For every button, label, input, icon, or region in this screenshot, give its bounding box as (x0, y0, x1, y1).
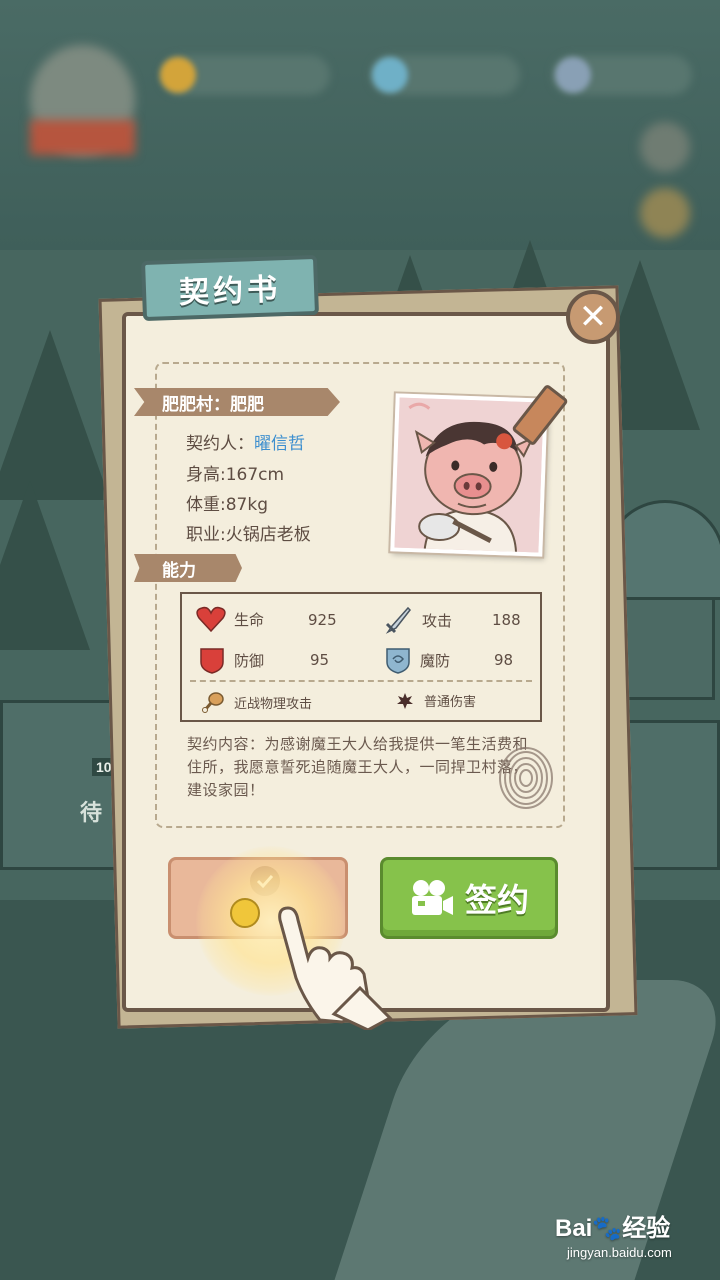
attack-type-label: 近战物理攻击 (234, 696, 313, 712)
dialog-title-tab: 契约书 (141, 254, 319, 322)
tree (0, 480, 90, 650)
character-name: 肥肥村：肥肥 (162, 394, 264, 415)
stat-atk-label: 攻击 (422, 611, 453, 630)
tree (0, 330, 110, 500)
dialog-title: 契约书 (178, 272, 282, 311)
sword-icon (385, 606, 411, 634)
contract-text: 契约内容：为感谢魔王大人给我提供一笔生活费和住所，我愿意誓死追随魔王大人，一同捍… (187, 735, 529, 799)
attack-type-tag: 近战物理攻击 (202, 691, 312, 713)
splat-icon (397, 692, 413, 709)
sign-button[interactable]: 签约 (380, 857, 558, 939)
weight-line: 体重:87kg (186, 495, 268, 515)
pointing-hand-icon (278, 906, 393, 1030)
contractor-label: 契约人： (186, 434, 254, 454)
resource-icon (555, 57, 591, 93)
blue-shield-icon (386, 648, 410, 674)
stats-panel: 生命 925 攻击 188 防御 95 魔防 98 近战物理攻击 普通伤害 (180, 592, 542, 722)
sign-button-label: 签约 (464, 881, 529, 919)
stat-mdef-label: 魔防 (420, 651, 451, 670)
gem-icon (372, 57, 408, 93)
side-button-blurred (640, 122, 690, 172)
job-line: 职业:火锅店老板 (186, 525, 311, 545)
drumstick-icon (202, 692, 224, 713)
watermark-suffix: 经验 (622, 1215, 671, 1242)
watermark-url: jingyan.baidu.com (567, 1245, 672, 1260)
stat-atk-value: 188 (492, 611, 521, 629)
stat-def-value: 95 (310, 651, 330, 669)
height-line: 身高:167cm (186, 465, 285, 485)
building-sign-left: 待 (80, 801, 103, 826)
stats-divider (190, 680, 532, 682)
gold-icon (160, 57, 196, 93)
stat-def-label: 防御 (234, 651, 265, 670)
contractor-line: 契约人：曜信哲 (186, 429, 305, 454)
baidu-watermark: Bai🐾经验 jingyan.baidu.com (555, 1208, 672, 1260)
watermark-brand: Bai (555, 1215, 593, 1242)
side-button-blurred (640, 188, 690, 238)
ability-header: 能力 (162, 560, 196, 581)
stat-mdef: 魔防 (384, 646, 450, 674)
player-level-badge-blurred (30, 120, 135, 155)
close-icon: ✕ (578, 297, 608, 337)
paw-icon: 🐾 (592, 1215, 623, 1242)
contractor-name[interactable]: 曜信哲 (254, 434, 305, 454)
stat-mdef-value: 98 (494, 651, 514, 669)
stat-def: 防御 (198, 646, 264, 674)
character-name-ribbon: 肥肥村：肥肥 (134, 388, 340, 416)
stat-hp-label: 生命 (234, 610, 265, 629)
stat-hp: 生命 (196, 606, 264, 632)
video-camera-icon (411, 880, 453, 915)
heart-icon (196, 606, 226, 632)
red-shield-icon (200, 648, 224, 674)
stat-atk: 攻击 (384, 606, 452, 634)
fingerprint-icon (499, 747, 553, 809)
damage-type-label: 普通伤害 (424, 695, 477, 710)
damage-type-tag: 普通伤害 (396, 691, 476, 710)
close-button[interactable]: ✕ (566, 290, 620, 344)
stat-hp-value: 925 (308, 611, 337, 629)
ability-ribbon: 能力 (134, 554, 242, 582)
